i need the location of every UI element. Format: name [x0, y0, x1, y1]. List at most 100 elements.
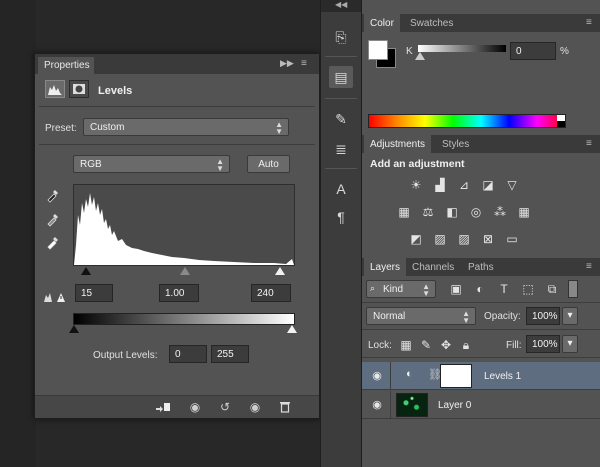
hue-saturation-icon[interactable]: ▦	[396, 205, 412, 219]
clip-to-layer-icon[interactable]	[155, 400, 171, 414]
collapse-arrows-icon[interactable]: ◀◀	[335, 0, 347, 9]
tab-paths[interactable]: Paths	[462, 258, 500, 276]
dock-collapse-bar[interactable]: ◀◀	[321, 0, 361, 12]
lock-transparent-icon[interactable]: ▦	[398, 338, 414, 352]
visibility-eye-icon[interactable]: ◉	[370, 369, 384, 383]
filter-toggle[interactable]	[568, 280, 578, 298]
lock-position-icon[interactable]: ✥	[438, 338, 454, 352]
layer-thumbnail[interactable]	[396, 393, 428, 417]
reset-icon[interactable]: ↺	[217, 400, 233, 414]
filter-pixel-icon[interactable]: ▣	[448, 282, 464, 296]
trash-icon[interactable]	[277, 400, 293, 414]
preset-label: Preset:	[45, 123, 77, 134]
output-black-slider[interactable]	[69, 325, 79, 333]
properties-tabbar: Properties ▶▶ ≡	[35, 54, 319, 74]
levels-icon[interactable]: ▟	[432, 178, 448, 192]
input-white-field[interactable]: 240	[251, 284, 291, 302]
output-black-field[interactable]: 0	[169, 345, 207, 363]
divider	[39, 144, 315, 145]
divider	[325, 56, 357, 57]
layer-filter-select[interactable]: Kind ⌕ ▲ ▼	[366, 280, 436, 298]
panel-menu-icon[interactable]: ≡	[301, 58, 307, 69]
exposure-icon[interactable]: ◪	[480, 178, 496, 192]
properties-panel-icon[interactable]: ▤	[329, 66, 353, 88]
layer-name[interactable]: Levels 1	[484, 371, 521, 382]
chevron-down-icon: ▾	[567, 310, 573, 321]
panel-menu-icon[interactable]: ≡	[586, 261, 592, 272]
layer-row-layer-0[interactable]: ◉ Layer 0	[362, 391, 600, 419]
visibility-icon[interactable]: ◉	[247, 400, 263, 414]
tab-swatches[interactable]: Swatches	[404, 14, 459, 32]
k-slider-handle[interactable]	[415, 52, 425, 60]
channel-mixer-icon[interactable]: ⁂	[492, 205, 508, 219]
lock-label: Lock:	[368, 340, 392, 351]
layer-name[interactable]: Layer 0	[438, 400, 471, 411]
black-eyedropper-icon[interactable]	[45, 187, 61, 203]
character-icon[interactable]: A	[329, 178, 353, 200]
invert-icon[interactable]: ◩	[408, 232, 424, 246]
preset-select[interactable]: Custom ▲ ▼	[83, 118, 289, 136]
color-balance-icon[interactable]: ⚖	[420, 205, 436, 219]
white-eyedropper-icon[interactable]	[45, 234, 61, 250]
clipping-warning-icon[interactable]	[43, 290, 67, 304]
color-spectrum-ramp[interactable]	[368, 114, 566, 128]
lock-pixels-icon[interactable]: ✎	[418, 338, 434, 352]
filter-shape-icon[interactable]: ⬚	[520, 282, 536, 296]
input-white-slider[interactable]	[275, 267, 285, 275]
selective-color-icon[interactable]: ⊠	[480, 232, 496, 246]
panel-menu-icon[interactable]: ≡	[586, 17, 592, 28]
chain-link-icon[interactable]: ⛓︎	[428, 368, 442, 382]
collapse-icon[interactable]: ▶▶	[280, 58, 294, 69]
color-lookup-icon[interactable]: ▦	[516, 205, 532, 219]
chevron-updown-icon: ▲ ▼	[275, 120, 283, 136]
gray-eyedropper-icon[interactable]	[45, 211, 61, 227]
layer-row-levels-1[interactable]: ◉ ◐ ⛓︎ Levels 1	[362, 362, 600, 390]
filter-type-icon[interactable]: T	[496, 282, 512, 296]
tab-color[interactable]: Color	[364, 14, 400, 32]
tab-styles[interactable]: Styles	[436, 135, 475, 153]
tab-channels[interactable]: Channels	[406, 258, 460, 276]
input-black-field[interactable]: 15	[75, 284, 113, 302]
adjustment-histogram-icon[interactable]	[45, 80, 65, 98]
tab-adjustments[interactable]: Adjustments	[364, 135, 432, 153]
blend-mode-select[interactable]: Normal ▲ ▼	[366, 307, 476, 325]
layer-mask-thumbnail[interactable]	[440, 364, 472, 388]
filter-smartobject-icon[interactable]: ⧉	[544, 282, 560, 296]
fill-dropdown-button[interactable]: ▾	[562, 335, 578, 353]
view-previous-state-icon[interactable]: ◉	[187, 400, 203, 414]
k-slider-track[interactable]	[418, 45, 506, 52]
filter-adjustment-icon[interactable]: ◐	[472, 282, 488, 296]
curves-icon[interactable]: ⊿	[456, 178, 472, 192]
adjustments-heading: Add an adjustment	[370, 158, 465, 170]
input-gamma-slider[interactable]	[180, 267, 190, 275]
brush-presets-icon[interactable]: ✎	[329, 108, 353, 130]
channel-select[interactable]: RGB ▲ ▼	[73, 155, 230, 173]
black-white-icon[interactable]: ◧	[444, 205, 460, 219]
panel-menu-icon[interactable]: ≡	[586, 138, 592, 149]
input-black-slider[interactable]	[81, 267, 91, 275]
gradient-map-icon[interactable]: ▭	[504, 232, 520, 246]
posterize-icon[interactable]: ▨	[432, 232, 448, 246]
history-icon[interactable]: ⎘	[329, 26, 353, 48]
brightness-contrast-icon[interactable]: ☀	[408, 178, 424, 192]
mask-icon[interactable]	[69, 80, 89, 98]
photo-filter-icon[interactable]: ◎	[468, 205, 484, 219]
auto-button[interactable]: Auto	[247, 155, 290, 173]
visibility-eye-icon[interactable]: ◉	[370, 398, 384, 412]
brush-settings-icon[interactable]: ≣	[329, 138, 353, 160]
tab-properties[interactable]: Properties	[38, 57, 94, 74]
output-white-field[interactable]: 255	[211, 345, 249, 363]
fill-field[interactable]: 100%	[526, 335, 560, 353]
output-white-slider[interactable]	[287, 325, 297, 333]
foreground-color-swatch[interactable]	[368, 40, 388, 60]
tab-layers[interactable]: Layers	[364, 258, 407, 276]
vibrance-icon[interactable]: ▽	[504, 178, 520, 192]
divider	[390, 391, 391, 419]
k-value-field[interactable]: 0	[510, 42, 556, 60]
paragraph-icon[interactable]: ¶	[329, 206, 353, 228]
input-gamma-field[interactable]: 1.00	[159, 284, 199, 302]
opacity-field[interactable]: 100%	[526, 307, 560, 325]
lock-all-icon[interactable]: 🔒︎	[458, 338, 474, 352]
opacity-dropdown-button[interactable]: ▾	[562, 307, 578, 325]
threshold-icon[interactable]: ▨	[456, 232, 472, 246]
